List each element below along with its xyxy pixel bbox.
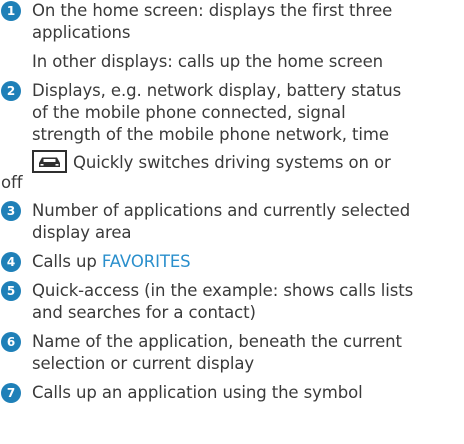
- item-2-icon-line-cont: off: [1, 173, 23, 192]
- item-7-text-line-1: Calls up an application using the symbol: [32, 383, 363, 402]
- number-badge-1: 1: [1, 1, 21, 21]
- item-3-text-line-2: display area: [32, 223, 132, 242]
- item-6-text-line-1: Name of the application, beneath the cur…: [32, 332, 402, 351]
- car-icon: [32, 150, 67, 173]
- item-2-text-line-1: Displays, e.g. network display, battery …: [32, 81, 402, 100]
- number-badge-4: 4: [1, 252, 21, 272]
- item-2-icon-line-text: Quickly switches driving systems on or: [73, 153, 391, 172]
- legend-list: 1 On the home screen: displays the first…: [0, 0, 464, 444]
- number-badge-6: 6: [1, 332, 21, 352]
- item-1-text-line-2: applications: [32, 23, 131, 42]
- number-badge-5: 5: [1, 281, 21, 301]
- item-1-text-line-3: In other displays: calls up the home scr…: [32, 52, 384, 71]
- item-5-text-line-1: Quick-access (in the example: shows call…: [32, 281, 414, 300]
- item-2-icon-line: Quickly switches driving systems on or: [32, 150, 391, 174]
- item-2-text-line-3: strength of the mobile phone network, ti…: [32, 125, 389, 144]
- item-6-text-line-2: selection or current display: [32, 354, 255, 373]
- favorites-link[interactable]: FAVORITES: [102, 252, 191, 271]
- item-2-text-line-2: of the mobile phone connected, signal: [32, 103, 346, 122]
- item-4-text-line-1: Calls up FAVORITES: [32, 251, 191, 273]
- number-badge-7: 7: [1, 383, 21, 403]
- item-5-text-line-2: and searches for a contact): [32, 303, 256, 322]
- number-badge-3: 3: [1, 201, 21, 221]
- item-4-prefix: Calls up: [32, 252, 102, 271]
- item-3-text-line-1: Number of applications and currently sel…: [32, 201, 411, 220]
- item-1-text-line-1: On the home screen: displays the first t…: [32, 1, 393, 20]
- number-badge-2: 2: [1, 81, 21, 101]
